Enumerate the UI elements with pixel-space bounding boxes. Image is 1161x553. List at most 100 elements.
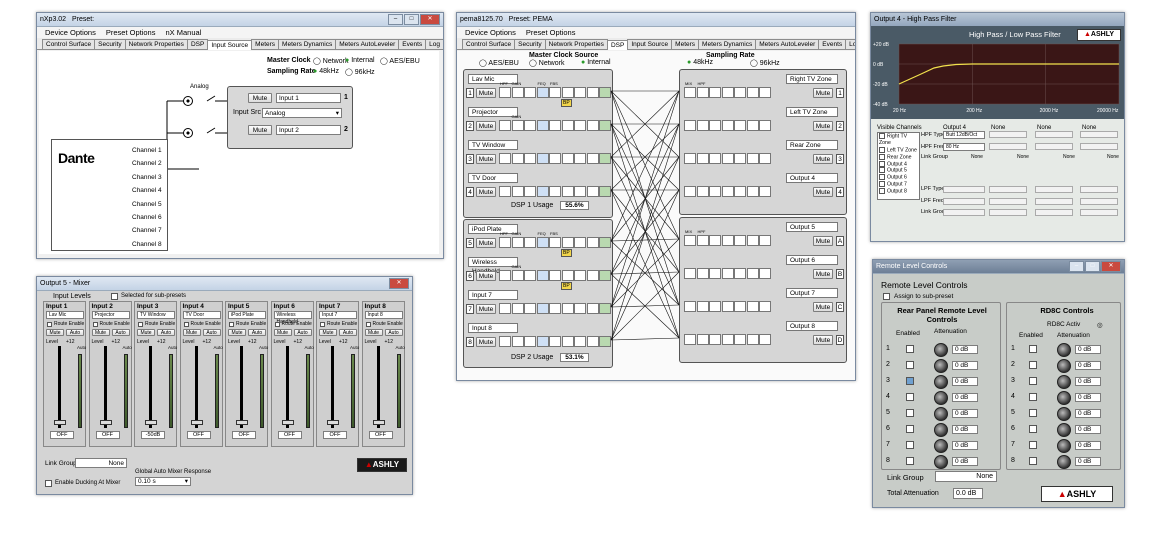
attenuation-knob[interactable] <box>934 455 948 469</box>
strip-name-field[interactable]: Input 8 <box>364 311 403 319</box>
selected-for-sub-checkbox[interactable] <box>111 293 118 300</box>
tab-meters-autoleveler[interactable]: Meters AutoLeveler <box>335 39 400 49</box>
mute-button[interactable]: Mute <box>91 329 110 336</box>
menu-device-options[interactable]: Device Options <box>465 28 516 37</box>
level-value[interactable]: OFF <box>186 431 211 439</box>
tab-log[interactable]: Log <box>845 39 855 49</box>
enabled-checkbox[interactable] <box>1029 425 1037 433</box>
tab-security[interactable]: Security <box>94 39 126 49</box>
attenuation-knob[interactable] <box>934 423 948 437</box>
filter-field-2-0[interactable] <box>989 186 1027 193</box>
enabled-checkbox[interactable] <box>1029 345 1037 353</box>
channel-3[interactable]: Channel 3 <box>132 171 162 184</box>
channel-5[interactable]: Channel 5 <box>132 198 162 211</box>
nxp-titlebar[interactable]: nXp3.02 Preset: – □ ✕ <box>37 13 443 27</box>
fader-handle[interactable] <box>281 420 294 425</box>
attenuation-value[interactable]: 0 dB <box>1075 409 1101 418</box>
tab-events[interactable]: Events <box>398 39 427 49</box>
attenuation-knob[interactable] <box>1057 343 1071 357</box>
filter-field-2-2[interactable] <box>1080 186 1118 193</box>
fader-handle[interactable] <box>190 420 203 425</box>
attenuation-value[interactable]: 0 dB <box>952 425 978 434</box>
attenuation-value[interactable]: 0 dB <box>1075 425 1101 434</box>
attenuation-knob[interactable] <box>934 439 948 453</box>
fader-handle[interactable] <box>327 420 339 425</box>
channel-4[interactable]: Channel 4 <box>132 184 162 197</box>
filter-field-2-1[interactable] <box>1035 186 1073 193</box>
strip-name-field[interactable]: Projector <box>91 311 130 319</box>
auto-button[interactable]: Auto <box>384 329 403 336</box>
enabled-checkbox[interactable] <box>906 393 914 401</box>
strip-name-field[interactable]: iPod Plate <box>228 311 266 319</box>
tab-meters-dynamics[interactable]: Meters Dynamics <box>698 39 757 49</box>
attenuation-knob[interactable] <box>1057 391 1071 405</box>
tab-input-source[interactable]: Input Source <box>627 39 673 49</box>
auto-button[interactable]: Auto <box>248 329 266 336</box>
pema-titlebar[interactable]: pema8125.70 Preset: PEMA <box>457 13 855 27</box>
route-enable-checkbox[interactable] <box>183 322 189 327</box>
attenuation-value[interactable]: 0 dB <box>952 345 978 354</box>
filter-field-4-main[interactable] <box>943 209 985 216</box>
tab-network-properties[interactable]: Network Properties <box>544 39 608 49</box>
route-enable-checkbox[interactable] <box>138 322 143 327</box>
fader-handle[interactable] <box>99 420 112 425</box>
tab-meters[interactable]: Meters <box>671 39 700 49</box>
fader-handle[interactable] <box>236 420 248 425</box>
mute-button[interactable]: Mute <box>319 329 337 336</box>
filter-field-0-2[interactable] <box>1080 131 1118 138</box>
channel-1[interactable]: Channel 1 <box>132 144 162 157</box>
filter-field-1-0[interactable] <box>989 143 1027 150</box>
tab-log[interactable]: Log <box>425 39 443 49</box>
route-enable-checkbox[interactable] <box>92 322 98 327</box>
filter-field-1-2[interactable] <box>1080 143 1118 150</box>
tab-network-properties[interactable]: Network Properties <box>124 39 188 49</box>
attenuation-value[interactable]: 0 dB <box>1075 361 1101 370</box>
auto-button[interactable]: Auto <box>339 329 357 336</box>
auto-button[interactable]: Auto <box>66 329 84 336</box>
menu-preset-options[interactable]: Preset Options <box>106 28 156 37</box>
attenuation-value[interactable]: 0 dB <box>952 457 978 466</box>
attenuation-value[interactable]: 0 dB <box>1075 377 1101 386</box>
tab-control-surface[interactable]: Control Surface <box>42 39 96 49</box>
enabled-checkbox[interactable] <box>906 425 914 433</box>
attenuation-knob[interactable] <box>1057 359 1071 373</box>
enabled-checkbox[interactable] <box>906 377 914 385</box>
maximize-button[interactable]: □ <box>404 14 419 25</box>
level-value[interactable]: OFF <box>232 431 256 439</box>
auto-button[interactable]: Auto <box>111 329 130 336</box>
level-value[interactable]: OFF <box>368 431 393 439</box>
mute-button-2[interactable]: Mute <box>248 125 272 135</box>
tab-security[interactable]: Security <box>514 39 546 49</box>
fader-handle[interactable] <box>145 420 157 425</box>
attenuation-knob[interactable] <box>934 391 948 405</box>
strip-name-field[interactable]: TV Window <box>137 311 175 319</box>
input-src-select[interactable]: Analog ▾ <box>262 108 342 118</box>
strip-name-field[interactable]: Wireless Handheld <box>273 311 312 325</box>
attenuation-knob[interactable] <box>1057 439 1071 453</box>
menu-preset-options[interactable]: Preset Options <box>526 28 576 37</box>
attenuation-value[interactable]: 0 dB <box>1075 393 1101 402</box>
enable-ducking-checkbox[interactable] <box>45 480 52 487</box>
attenuation-value[interactable]: 0 dB <box>952 441 978 450</box>
menu-nx-manual[interactable]: nX Manual <box>165 28 201 37</box>
route-enable-checkbox[interactable] <box>274 322 280 327</box>
attenuation-value[interactable]: 0 dB <box>1075 441 1101 450</box>
filter-titlebar[interactable]: Output 4 - High Pass Filter <box>871 13 1124 27</box>
attenuation-value[interactable]: 0 dB <box>952 377 978 386</box>
level-value[interactable]: OFF <box>277 431 302 439</box>
attenuation-knob[interactable] <box>934 375 948 389</box>
attenuation-knob[interactable] <box>934 407 948 421</box>
channel-8[interactable]: Channel 8 <box>132 238 162 251</box>
auto-button[interactable]: Auto <box>293 329 312 336</box>
input-2-name[interactable]: Input 2 <box>276 125 341 135</box>
strip-name-field[interactable]: TV Door <box>182 311 221 319</box>
channel-6[interactable]: Channel 6 <box>132 211 162 224</box>
attenuation-knob[interactable] <box>934 343 948 357</box>
mute-button[interactable]: Mute <box>182 329 201 336</box>
enabled-checkbox[interactable] <box>906 409 914 417</box>
global-auto-select[interactable]: 0.10 s ▾ <box>135 477 191 486</box>
attenuation-value[interactable]: 0 dB <box>1075 457 1101 466</box>
enabled-checkbox[interactable] <box>906 457 914 465</box>
attenuation-knob[interactable] <box>1057 375 1071 389</box>
channel-7[interactable]: Channel 7 <box>132 224 162 237</box>
